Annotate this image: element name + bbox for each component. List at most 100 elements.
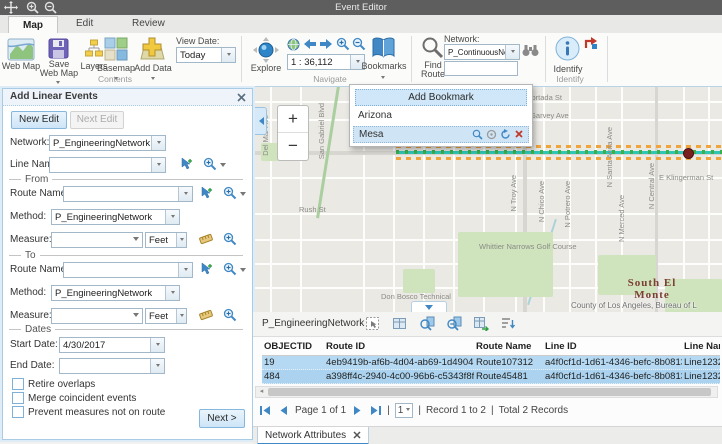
explore-icon[interactable] bbox=[253, 37, 279, 66]
map-scale-dropdown[interactable]: 1 : 36,112 bbox=[287, 54, 365, 70]
zoom-to-selected-icon[interactable] bbox=[419, 316, 435, 332]
to-method-dropdown[interactable]: P_EngineeringNetwork bbox=[51, 285, 180, 301]
tab-close-icon[interactable] bbox=[353, 431, 361, 439]
panel-network-dropdown[interactable]: P_EngineeringNetwork bbox=[49, 135, 166, 151]
dropdown-arrow-icon[interactable] bbox=[165, 286, 179, 300]
table-row[interactable]: 484 a398ff4c-2940-4c00-96b6-c5343f8f1711… bbox=[262, 370, 720, 384]
tab-review[interactable]: Review bbox=[118, 15, 179, 32]
scrollbar-thumb[interactable] bbox=[268, 388, 711, 396]
column-header[interactable]: OBJECTID bbox=[262, 340, 324, 355]
identify-label[interactable]: Identify bbox=[550, 64, 586, 74]
from-unit-dropdown[interactable]: Feet bbox=[145, 232, 187, 248]
map-zoom-out-button[interactable]: − bbox=[278, 133, 308, 159]
network-dropdown[interactable]: P_ContinuousNetwork bbox=[444, 44, 520, 60]
route-zoom-caret-icon[interactable] bbox=[240, 192, 246, 199]
map-zoom-in-button[interactable]: + bbox=[278, 106, 308, 133]
dropdown-arrow-icon[interactable] bbox=[165, 210, 179, 224]
explore-label[interactable]: Explore bbox=[246, 63, 286, 73]
next-page-icon[interactable] bbox=[351, 405, 364, 416]
dropdown-arrow-icon[interactable] bbox=[176, 309, 186, 323]
export-table-icon[interactable] bbox=[473, 316, 489, 332]
column-header[interactable]: Line Name bbox=[682, 340, 720, 355]
table-row[interactable]: 19 4eb9419b-af6b-4d04-ab69-1d490476802b … bbox=[262, 356, 720, 370]
next-extent-icon[interactable] bbox=[319, 38, 333, 53]
collapse-panel-left-button[interactable] bbox=[253, 107, 267, 135]
dropdown-arrow-icon[interactable] bbox=[151, 158, 165, 172]
tab-map[interactable]: Map bbox=[8, 16, 58, 34]
view-date-dropdown-arrow-icon[interactable] bbox=[221, 48, 235, 62]
tab-network-attributes[interactable]: Network Attributes bbox=[257, 427, 369, 444]
line-name-dropdown[interactable] bbox=[49, 157, 166, 173]
end-date-dropdown[interactable] bbox=[59, 358, 165, 374]
route-search-input[interactable] bbox=[444, 61, 518, 76]
select-records-icon[interactable] bbox=[365, 316, 381, 332]
bookmarks-caret-icon[interactable] bbox=[381, 76, 385, 81]
horizontal-scrollbar[interactable]: ◂ bbox=[255, 386, 718, 398]
next-edit-button[interactable]: Next Edit bbox=[70, 111, 124, 129]
select-line-on-map-icon[interactable] bbox=[179, 157, 194, 172]
web-map-label[interactable]: Web Map bbox=[0, 61, 42, 71]
tab-edit[interactable]: Edit bbox=[62, 15, 107, 32]
measure-zoom-icon[interactable] bbox=[223, 308, 238, 323]
add-bookmark-button[interactable]: Add Bookmark bbox=[355, 89, 527, 106]
dropdown-arrow-icon[interactable] bbox=[176, 233, 186, 247]
dropdown-arrow-icon[interactable] bbox=[178, 263, 192, 277]
from-measure-combo[interactable] bbox=[51, 232, 143, 248]
column-header[interactable]: Line ID bbox=[543, 340, 682, 355]
route-zoom-caret-icon[interactable] bbox=[240, 268, 246, 275]
find-route-icon[interactable] bbox=[421, 36, 445, 63]
identify-icon[interactable] bbox=[554, 35, 581, 65]
add-data-icon[interactable] bbox=[140, 37, 165, 64]
basemap-icon[interactable] bbox=[104, 37, 128, 64]
previous-extent-icon[interactable] bbox=[303, 38, 317, 53]
next-button[interactable]: Next > bbox=[199, 409, 245, 428]
from-route-name-dropdown[interactable] bbox=[63, 186, 193, 202]
prevent-measures-checkbox[interactable] bbox=[12, 406, 24, 418]
line-zoom-icon[interactable] bbox=[203, 157, 218, 172]
network-dropdown-arrow-icon[interactable] bbox=[505, 45, 519, 59]
to-unit-dropdown[interactable]: Feet bbox=[145, 308, 187, 324]
zoom-in-icon[interactable] bbox=[336, 37, 350, 54]
save-web-map-caret-icon[interactable] bbox=[56, 81, 60, 86]
layers-icon[interactable] bbox=[84, 39, 104, 62]
column-header[interactable]: Route Name bbox=[474, 340, 543, 355]
start-date-dropdown[interactable]: 4/30/2017 bbox=[59, 337, 165, 353]
bookmarks-icon[interactable] bbox=[371, 36, 396, 62]
new-edit-button[interactable]: New Edit bbox=[11, 111, 67, 129]
select-route-on-map-icon[interactable] bbox=[199, 186, 214, 201]
basemap-label[interactable]: Basemap bbox=[96, 63, 136, 73]
scroll-left-arrow-icon[interactable]: ◂ bbox=[257, 388, 266, 396]
bookmark-item-mesa[interactable]: Mesa bbox=[353, 126, 529, 143]
bookmark-pan-icon[interactable] bbox=[486, 129, 497, 140]
route-zoom-icon[interactable] bbox=[223, 262, 238, 277]
line-zoom-caret-icon[interactable] bbox=[220, 163, 226, 170]
from-method-dropdown[interactable]: P_EngineeringNetwork bbox=[51, 209, 180, 225]
add-data-caret-icon[interactable] bbox=[151, 77, 155, 82]
zoom-out-icon[interactable] bbox=[352, 37, 366, 54]
route-zoom-icon[interactable] bbox=[223, 186, 238, 201]
measure-ruler-icon[interactable] bbox=[199, 232, 214, 247]
to-route-name-dropdown[interactable] bbox=[63, 262, 193, 278]
select-route-on-map-icon[interactable] bbox=[199, 262, 214, 277]
bookmarks-label[interactable]: Bookmarks bbox=[360, 61, 408, 71]
measure-zoom-icon[interactable] bbox=[223, 232, 238, 247]
bookmark-refresh-icon[interactable] bbox=[500, 129, 511, 140]
pan-to-selected-icon[interactable] bbox=[446, 316, 462, 332]
globe-icon[interactable] bbox=[287, 38, 300, 54]
dropdown-arrow-icon[interactable] bbox=[150, 359, 164, 373]
page-number-dropdown[interactable]: 1 bbox=[395, 403, 414, 418]
to-measure-combo[interactable] bbox=[51, 308, 143, 324]
dropdown-arrow-icon[interactable] bbox=[151, 136, 165, 150]
dropdown-arrow-icon[interactable] bbox=[150, 338, 164, 352]
add-data-label[interactable]: Add Data bbox=[132, 63, 174, 73]
first-page-icon[interactable] bbox=[259, 405, 272, 416]
measure-ruler-icon[interactable] bbox=[199, 308, 214, 323]
panel-close-icon[interactable] bbox=[237, 93, 246, 102]
merge-coincident-checkbox[interactable] bbox=[12, 392, 24, 404]
last-page-icon[interactable] bbox=[369, 405, 382, 416]
identify-route-icon[interactable] bbox=[584, 36, 598, 53]
column-header[interactable]: Route ID bbox=[324, 340, 474, 355]
bookmark-delete-icon[interactable] bbox=[514, 129, 524, 139]
dropdown-arrow-icon[interactable] bbox=[178, 187, 192, 201]
binoculars-icon[interactable] bbox=[522, 43, 539, 60]
